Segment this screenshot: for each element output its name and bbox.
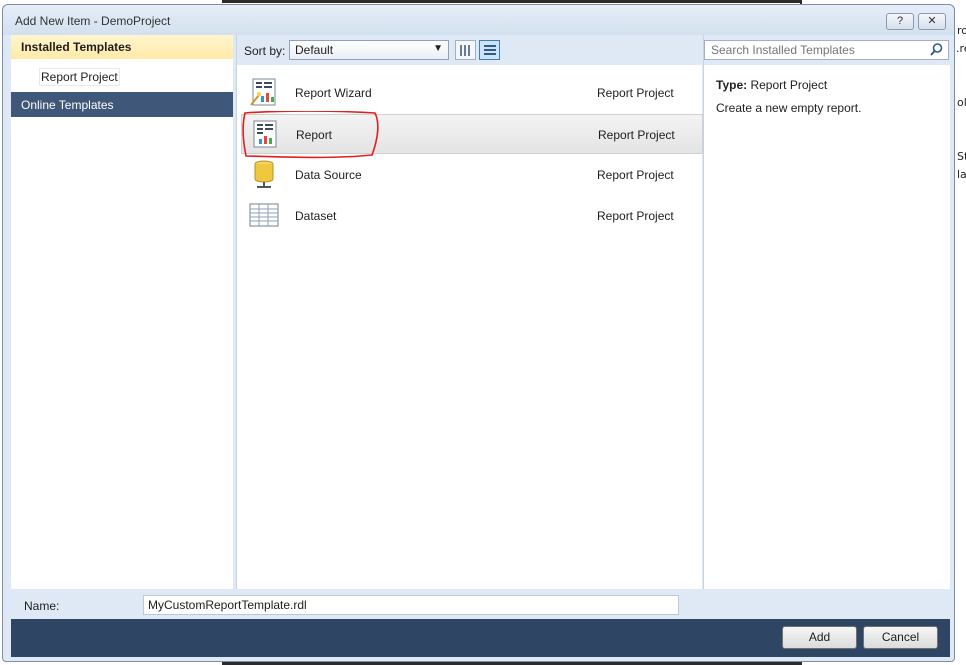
data-source-icon bbox=[254, 160, 274, 188]
template-categories-panel: Installed Templates Report Project Onlin… bbox=[11, 35, 233, 589]
small-icons-view-button[interactable] bbox=[455, 40, 476, 60]
small-icons-view-icon bbox=[460, 45, 470, 56]
template-type: Report Project bbox=[597, 209, 674, 223]
name-input[interactable] bbox=[143, 595, 679, 615]
cancel-button[interactable]: Cancel bbox=[863, 626, 938, 649]
chevron-down-icon: ▼ bbox=[433, 43, 443, 54]
close-icon: ✕ bbox=[927, 15, 937, 27]
add-button[interactable]: Add bbox=[782, 626, 857, 649]
template-name: Data Source bbox=[295, 168, 362, 182]
template-type-line: Type: Report Project bbox=[716, 78, 827, 92]
online-templates-header[interactable]: Online Templates bbox=[11, 92, 233, 117]
help-icon: ? bbox=[896, 15, 904, 27]
list-view-icon bbox=[484, 45, 496, 55]
online-templates-label: Online Templates bbox=[21, 98, 114, 112]
category-label: Report Project bbox=[41, 70, 118, 84]
dialog-title: Add New Item - DemoProject bbox=[15, 14, 171, 28]
name-label: Name: bbox=[24, 599, 60, 613]
templates-list-panel: Sort by: Default ▼ Report Wizard Report … bbox=[236, 35, 703, 589]
template-row-report[interactable]: Report Report Project bbox=[241, 114, 703, 154]
search-templates-input[interactable] bbox=[704, 40, 949, 60]
search-icon[interactable] bbox=[930, 43, 943, 56]
report-icon bbox=[253, 120, 277, 148]
background-text-fragment: .re bbox=[956, 42, 966, 55]
template-type: Report Project bbox=[598, 128, 675, 142]
template-description: Create a new empty report. bbox=[716, 101, 862, 115]
template-row-data-source[interactable]: Data Source Report Project bbox=[241, 155, 703, 195]
sort-by-label: Sort by: bbox=[244, 44, 286, 58]
template-type: Report Project bbox=[597, 86, 674, 100]
close-button[interactable]: ✕ bbox=[918, 13, 946, 30]
search-bar bbox=[704, 35, 951, 65]
template-name: Report Wizard bbox=[295, 86, 372, 100]
type-value: Report Project bbox=[750, 78, 828, 92]
template-name: Report bbox=[296, 128, 333, 142]
dialog-body: Installed Templates Report Project Onlin… bbox=[11, 35, 951, 589]
title-bar[interactable]: Add New Item - DemoProject ? ✕ bbox=[3, 5, 954, 35]
help-button[interactable]: ? bbox=[886, 13, 914, 30]
background-editor-edge bbox=[222, 0, 802, 3]
template-row-dataset[interactable]: Dataset Report Project bbox=[241, 196, 703, 236]
template-details-panel: Type: Report Project Create a new empty … bbox=[703, 35, 951, 589]
sort-by-dropdown[interactable]: Default ▼ bbox=[289, 40, 449, 60]
sort-by-value: Default bbox=[295, 43, 334, 57]
add-new-item-dialog: Add New Item - DemoProject ? ✕ Installed… bbox=[2, 4, 955, 662]
installed-templates-header[interactable]: Installed Templates bbox=[11, 35, 233, 59]
dataset-icon bbox=[249, 203, 279, 227]
template-type: Report Project bbox=[597, 168, 674, 182]
installed-templates-label: Installed Templates bbox=[21, 40, 132, 54]
template-row-report-wizard[interactable]: Report Wizard Report Project bbox=[241, 73, 703, 113]
background-text-fragment: ro bbox=[957, 24, 966, 37]
background-text-fragment: la bbox=[957, 168, 966, 181]
name-row: Name: bbox=[11, 589, 950, 619]
category-report-project[interactable]: Report Project bbox=[39, 68, 120, 86]
sort-toolbar: Sort by: Default ▼ bbox=[237, 35, 703, 65]
background-text-fragment: St bbox=[957, 150, 966, 163]
type-label: Type: bbox=[716, 78, 748, 92]
button-bar: Add Cancel bbox=[11, 619, 950, 657]
list-view-button[interactable] bbox=[479, 40, 500, 60]
report-wizard-icon bbox=[250, 78, 276, 106]
background-text-fragment: ol bbox=[957, 96, 966, 109]
template-name: Dataset bbox=[295, 209, 337, 223]
